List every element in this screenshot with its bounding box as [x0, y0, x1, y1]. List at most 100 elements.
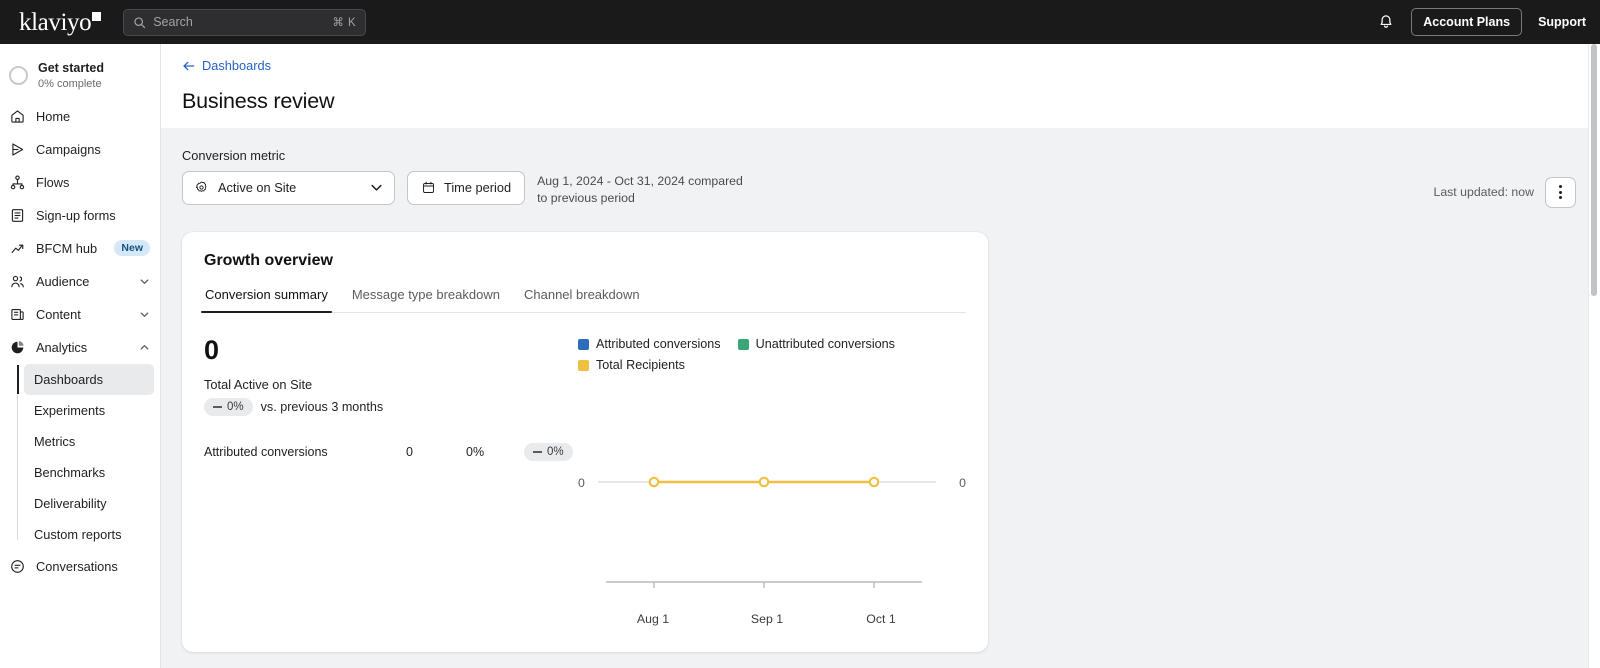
sidebar-get-started[interactable]: Get started 0% complete [0, 52, 160, 100]
chevron-down-icon [140, 312, 149, 317]
sidebar-item-label: Content [36, 306, 81, 322]
analytics-icon [11, 340, 24, 354]
sidebar-item-deliverability[interactable]: Deliverability [24, 488, 154, 519]
get-started-title: Get started [38, 61, 104, 75]
sidebar-item-campaigns[interactable]: Campaigns [0, 133, 160, 166]
tab-message-type-breakdown[interactable]: Message type breakdown [351, 284, 501, 312]
support-link[interactable]: Support [1538, 15, 1586, 29]
vertical-scrollbar-track[interactable] [1588, 44, 1600, 668]
legend-label: Attributed conversions [596, 337, 721, 352]
sidebar-item-analytics[interactable]: Analytics [0, 331, 160, 364]
search-shortcut-hint: ⌘ K [332, 17, 357, 29]
legend-item-unattributed-conversions[interactable]: Unattributed conversions [737, 337, 895, 351]
sidebar-item-flows[interactable]: Flows [0, 166, 160, 199]
time-period-button[interactable]: Time period [407, 170, 526, 205]
metric-row-delta-badge: 0% [524, 443, 573, 462]
vertical-scrollbar-thumb[interactable] [1591, 44, 1597, 296]
logo-flag-mark [92, 11, 102, 21]
dashboard-toolbar: Active on Site Time period Aug 1, 2024 -… [182, 170, 1600, 209]
line-chart: 0 0 Aug 1 Sep 1 Oct 1 [578, 454, 966, 644]
progress-ring-icon [9, 66, 28, 86]
legend-swatch [578, 359, 589, 371]
sidebar-item-experiments[interactable]: Experiments [24, 395, 154, 426]
legend-item-total-recipients[interactable]: Total Recipients [578, 358, 685, 372]
sidebar-subitem-label: Experiments [34, 402, 106, 418]
main-content: Dashboards Business review Conversion me… [161, 44, 1600, 668]
data-point-marker[interactable] [758, 476, 770, 488]
flat-trend-icon [533, 451, 542, 453]
total-delta-value: 0% [227, 401, 244, 414]
conversion-metric-select[interactable]: Active on Site [182, 170, 395, 205]
account-plans-button[interactable]: Account Plans [1411, 8, 1523, 36]
sidebar-item-conversations[interactable]: Conversations [0, 550, 160, 583]
arrow-left-icon [183, 61, 195, 70]
sidebar-item-metrics[interactable]: Metrics [24, 426, 154, 457]
sidebar-item-label: Home [36, 108, 71, 124]
sidebar-item-signup-forms[interactable]: Sign-up forms [0, 199, 160, 232]
trending-up-icon [11, 244, 24, 254]
chart-pane: Attributed conversions Unattributed conv… [576, 337, 966, 644]
signup-forms-icon [11, 209, 24, 222]
tab-label: Channel breakdown [523, 287, 640, 303]
get-started-progress: 0% complete [38, 77, 102, 90]
logo-text: klaviyo [19, 8, 92, 36]
tab-label: Message type breakdown [351, 287, 500, 303]
search-placeholder: Search [153, 15, 193, 29]
sidebar-item-bfcm-hub[interactable]: BFCM hub New [0, 232, 160, 265]
notifications-bell-icon[interactable] [1377, 13, 1395, 31]
growth-overview-card: Growth overview Conversion summary Messa… [182, 232, 988, 653]
campaigns-icon [12, 143, 24, 156]
kebab-dot [1559, 185, 1562, 188]
legend-item-attributed-conversions[interactable]: Attributed conversions [578, 337, 721, 351]
conversion-metric-label: Conversion metric [182, 147, 286, 163]
sidebar-item-dashboards[interactable]: Dashboards [17, 363, 154, 395]
metric-row-delta-value: 0% [547, 446, 564, 459]
calendar-icon [423, 181, 434, 193]
y-axis-right-label: 0 [959, 476, 966, 491]
search-input[interactable]: Search ⌘ K [123, 8, 367, 36]
back-link-label: Dashboards [202, 58, 272, 73]
data-point-marker[interactable] [868, 476, 880, 488]
sidebar-item-benchmarks[interactable]: Benchmarks [24, 457, 154, 488]
time-period-label: Time period [444, 180, 512, 195]
summary-pane: 0 Total Active on Site 0% vs. previous 3… [204, 337, 576, 644]
sidebar-item-label: Audience [36, 273, 90, 289]
kebab-dot [1559, 190, 1562, 194]
sidebar-item-label: Analytics [36, 339, 88, 355]
search-icon [134, 16, 146, 28]
sidebar-item-audience[interactable]: Audience [0, 265, 160, 298]
sidebar-navigation: Get started 0% complete Home Campaigns F… [0, 44, 161, 668]
data-point-marker[interactable] [648, 476, 660, 488]
total-value: 0 [204, 335, 219, 366]
dashboard-options-menu-button[interactable] [1545, 176, 1576, 208]
toolbar-right: Last updated: now [1433, 171, 1576, 208]
top-bar-actions: Account Plans Support [1377, 8, 1586, 36]
card-tabs: Conversion summary Message type breakdow… [201, 284, 966, 314]
breadcrumb-back-link[interactable]: Dashboards [182, 58, 271, 73]
flows-icon [10, 175, 25, 190]
sidebar-item-label: Sign-up forms [36, 207, 116, 223]
app-shell: Get started 0% complete Home Campaigns F… [0, 44, 1600, 668]
sidebar-item-label: Conversations [36, 558, 118, 574]
sidebar-subitem-label: Custom reports [34, 526, 122, 542]
metric-gear-icon [195, 181, 207, 192]
sidebar-item-label: BFCM hub [36, 240, 98, 256]
chart-legend: Attributed conversions Unattributed conv… [578, 337, 930, 372]
metric-row-value: 0 [406, 445, 413, 460]
dashboard-content: Conversion metric Active on Site Time pe… [161, 127, 1600, 668]
content-icon [11, 308, 24, 320]
sidebar-item-custom-reports[interactable]: Custom reports [24, 519, 154, 550]
sidebar-item-content[interactable]: Content [0, 298, 160, 331]
card-body: 0 Total Active on Site 0% vs. previous 3… [204, 313, 966, 644]
total-delta-badge: 0% [204, 398, 253, 417]
sidebar-item-home[interactable]: Home [0, 100, 160, 133]
klaviyo-logo[interactable]: klaviyo [16, 8, 102, 36]
sidebar-item-label: Campaigns [36, 141, 101, 157]
tab-channel-breakdown[interactable]: Channel breakdown [523, 284, 641, 312]
metric-row-percent: 0% [466, 445, 485, 460]
tab-conversion-summary[interactable]: Conversion summary [201, 284, 332, 314]
sidebar-subitem-label: Metrics [34, 433, 76, 449]
metric-row-name: Attributed conversions [204, 445, 328, 460]
x-axis-tick-label: Aug 1 [636, 612, 670, 627]
comparison-period-text: vs. previous 3 months [260, 400, 384, 415]
